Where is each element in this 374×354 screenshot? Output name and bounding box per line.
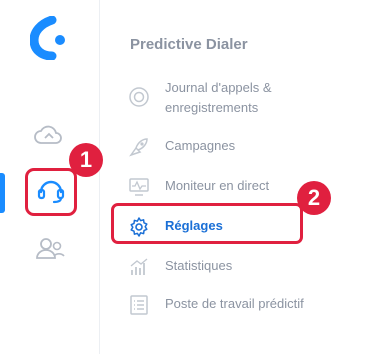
cloud-icon[interactable]: [32, 120, 64, 152]
menu-item-journal[interactable]: Journal d'appels & enregistrements: [128, 78, 315, 115]
submenu-panel: Predictive Dialer Journal d'appels & enr…: [100, 0, 374, 354]
callout-badge-1: 1: [69, 143, 103, 177]
menu-item-statistiques[interactable]: Statistiques: [128, 256, 232, 282]
team-icon[interactable]: [34, 233, 66, 265]
list-icon: [128, 294, 150, 316]
menu-item-label: Campagnes: [165, 138, 236, 153]
rocket-icon: [128, 136, 150, 158]
monitor-icon: [128, 176, 150, 198]
menu-item-moniteur[interactable]: Moniteur en direct: [128, 176, 269, 202]
menu-item-label: Statistiques: [165, 258, 233, 273]
headset-highlight: [25, 168, 77, 216]
panel-title: Predictive Dialer: [130, 36, 248, 53]
menu-item-poste-predictif[interactable]: Poste de travail prédictif: [128, 294, 304, 320]
record-icon: [128, 86, 150, 108]
menu-item-label: Poste de travail prédictif: [165, 296, 304, 311]
app-root: 1 Predictive Dialer Journal d'appels & e…: [0, 0, 374, 354]
app-logo[interactable]: [29, 15, 70, 61]
icon-rail: [0, 0, 100, 354]
reglages-highlight: [111, 203, 303, 244]
menu-item-label: Moniteur en direct: [165, 178, 270, 193]
stats-icon: [128, 256, 150, 278]
menu-item-campagnes[interactable]: Campagnes: [128, 136, 235, 162]
callout-badge-2: 2: [297, 181, 331, 215]
active-indicator: [0, 173, 5, 213]
menu-item-label: Journal d'appels & enregistrements: [165, 80, 272, 115]
